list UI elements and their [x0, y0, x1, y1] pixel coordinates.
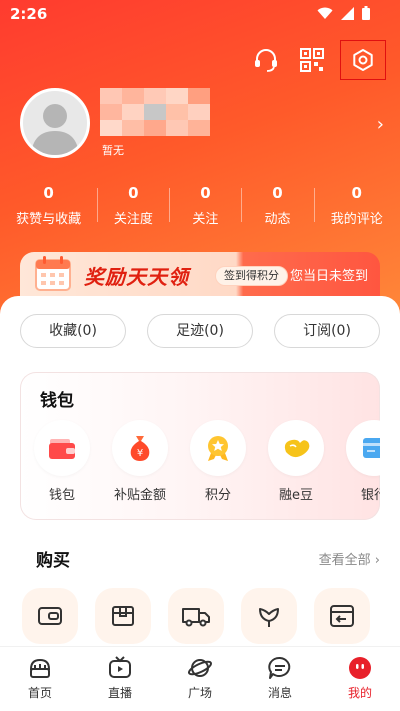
buy-item-in-transit[interactable] — [168, 588, 224, 644]
username-blurred — [100, 88, 210, 136]
refund-icon — [330, 605, 354, 627]
tab-subscriptions[interactable]: 订阅(0) — [274, 314, 380, 348]
gear-icon — [353, 49, 373, 71]
wallet-outline-icon — [38, 607, 62, 625]
money-bag-icon: ¥ — [112, 420, 168, 476]
checkin-banner[interactable]: 奖励天天领 签到得积分 您当日未签到 — [20, 252, 380, 298]
customer-service-button[interactable] — [248, 44, 284, 76]
checkin-status: 您当日未签到 — [289, 269, 368, 284]
headset-icon — [255, 49, 277, 72]
nav-label: 广场 — [187, 686, 212, 700]
nav-messages[interactable]: 消息 — [240, 647, 320, 711]
nav-home[interactable]: 首页 — [0, 647, 80, 711]
bottom-nav: 首页 直播 广场 消息 我的 — [0, 646, 400, 711]
wallet-item-beans[interactable]: 融e豆 — [268, 420, 324, 503]
settings-button[interactable] — [340, 40, 386, 80]
nav-mine[interactable]: 我的 — [320, 647, 400, 711]
stat-label: 获赞与收藏 — [16, 212, 82, 227]
wallet-item-subsidy[interactable]: ¥ 补贴金额 — [112, 420, 168, 503]
banner-title: 奖励天天领 — [84, 265, 189, 289]
profile-subtitle: 暂无 — [102, 144, 124, 157]
stat-likes[interactable]: 0 获赞与收藏 — [0, 184, 97, 234]
stat-following[interactable]: 0 关注 — [169, 184, 241, 234]
nav-label: 我的 — [347, 686, 372, 700]
checkin-points-pill: 签到得积分 — [215, 266, 288, 286]
status-bar: 2:26 — [0, 0, 400, 30]
profile-section[interactable]: 暂无 › — [20, 88, 390, 168]
status-time: 2:26 — [10, 5, 48, 23]
tab-favorites[interactable]: 收藏(0) — [20, 314, 126, 348]
truck-icon — [182, 608, 210, 627]
nav-label: 直播 — [107, 686, 132, 700]
wallet-item-wallet[interactable]: 钱包 — [34, 420, 90, 503]
wallet-section: 钱包 钱包 ¥ 补贴金额 积分 融e豆 银 — [20, 372, 380, 520]
qr-code-icon — [300, 48, 324, 72]
stat-label: 关注度 — [113, 212, 153, 227]
chevron-right-icon: › — [376, 114, 384, 135]
message-icon — [267, 655, 293, 681]
view-all-link[interactable]: 查看全部 › — [319, 549, 380, 568]
wallet-title: 钱包 — [40, 391, 74, 411]
stat-number: 0 — [128, 184, 139, 202]
wallet-item-label: 钱包 — [48, 488, 75, 503]
battery-icon — [362, 6, 370, 20]
stat-posts[interactable]: 0 动态 — [241, 184, 313, 234]
wallet-item-label: 积分 — [204, 488, 231, 503]
stat-number: 0 — [43, 184, 54, 202]
wallet-item-label: 银行 — [360, 488, 380, 503]
box-icon — [112, 606, 134, 626]
wallet-item-label: 融e豆 — [279, 488, 313, 503]
main-card: 收藏(0) 足迹(0) 订阅(0) 钱包 钱包 ¥ 补贴金额 积分 融e豆 银 … — [0, 296, 400, 646]
wallet-items: 钱包 ¥ 补贴金额 积分 融e豆 银 — [34, 420, 380, 503]
profile-face-icon — [347, 655, 373, 681]
wallet-item-bank[interactable]: 银行 — [346, 420, 380, 503]
nav-label: 消息 — [267, 686, 292, 700]
tv-icon — [107, 655, 133, 681]
buy-item-refund[interactable] — [314, 588, 370, 644]
top-actions — [248, 40, 386, 80]
nav-square[interactable]: 广场 — [160, 647, 240, 711]
tab-history[interactable]: 足迹(0) — [147, 314, 253, 348]
buy-item-pending-shipment[interactable] — [95, 588, 151, 644]
buy-items — [22, 588, 370, 644]
stat-comments[interactable]: 0 我的评论 — [313, 184, 400, 234]
calendar-icon — [35, 256, 71, 291]
stat-label: 动态 — [264, 212, 291, 227]
stat-label: 关注 — [192, 212, 219, 227]
planet-icon — [187, 655, 213, 681]
stats-row: 0 获赞与收藏 0 关注度 0 关注 0 动态 0 我的评论 — [0, 184, 400, 234]
stat-number: 0 — [351, 184, 362, 202]
home-icon — [27, 655, 53, 681]
svg-text:¥: ¥ — [137, 448, 143, 459]
wifi-icon — [317, 7, 333, 19]
wallet-item-points[interactable]: 积分 — [190, 420, 246, 503]
medal-icon — [190, 420, 246, 476]
buy-header: 购买 查看全部 › — [36, 546, 380, 571]
signal-icon — [341, 6, 354, 20]
stat-attention[interactable]: 0 关注度 — [97, 184, 169, 234]
default-avatar-icon — [31, 104, 79, 155]
view-all-label: 查看全部 — [318, 553, 371, 568]
stat-label: 我的评论 — [330, 212, 383, 227]
bank-card-icon — [346, 420, 380, 476]
nav-label: 首页 — [27, 686, 52, 700]
quick-tabs: 收藏(0) 足迹(0) 订阅(0) — [20, 314, 380, 348]
qr-code-button[interactable] — [294, 44, 330, 76]
buy-item-pending-payment[interactable] — [22, 588, 78, 644]
avatar[interactable] — [20, 88, 90, 158]
buy-title: 购买 — [36, 551, 70, 571]
stat-number: 0 — [200, 184, 211, 202]
flower-icon — [259, 608, 279, 627]
chevron-right-icon: › — [374, 553, 380, 568]
status-icons — [317, 6, 370, 20]
buy-item-review[interactable] — [241, 588, 297, 644]
wallet-item-label: 补贴金额 — [113, 488, 166, 503]
stat-number: 0 — [272, 184, 283, 202]
bean-icon — [268, 420, 324, 476]
nav-live[interactable]: 直播 — [80, 647, 160, 711]
wallet-icon — [34, 420, 90, 476]
